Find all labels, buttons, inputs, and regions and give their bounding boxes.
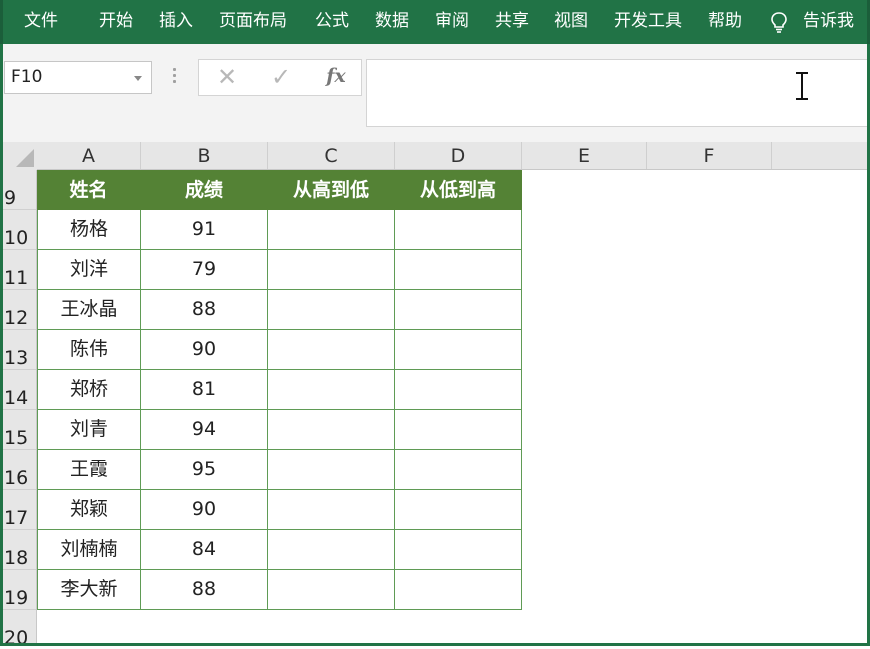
- menu-home[interactable]: 开始: [99, 0, 133, 44]
- row-header[interactable]: 12: [3, 290, 36, 330]
- formula-bar-buttons: ✕ ✓ fx: [198, 59, 362, 96]
- menu-formulas[interactable]: 公式: [315, 0, 349, 44]
- menu-file[interactable]: 文件: [24, 0, 58, 44]
- name-cell[interactable]: 郑颖: [37, 490, 141, 530]
- high-to-low-cell[interactable]: [268, 570, 395, 610]
- score-cell[interactable]: 88: [141, 290, 268, 330]
- column-header-c[interactable]: C: [268, 142, 395, 169]
- insert-function-icon[interactable]: fx: [321, 60, 351, 95]
- name-box[interactable]: F10: [4, 61, 152, 94]
- select-all-triangle-icon: [16, 149, 34, 167]
- score-cell[interactable]: 84: [141, 530, 268, 570]
- column-header-g[interactable]: G: [772, 142, 870, 169]
- high-to-low-cell[interactable]: [268, 490, 395, 530]
- low-to-high-cell[interactable]: [395, 490, 522, 530]
- name-cell[interactable]: 郑桥: [37, 370, 141, 410]
- low-to-high-cell[interactable]: [395, 370, 522, 410]
- text-cursor-icon: [795, 72, 809, 100]
- column-header-f[interactable]: F: [647, 142, 772, 169]
- row-headers: 9 10 11 12 13 14 15 16 17 18 19 20: [3, 170, 37, 648]
- low-to-high-cell[interactable]: [395, 410, 522, 450]
- header-cell-score[interactable]: 成绩: [141, 170, 268, 210]
- menu-help[interactable]: 帮助: [708, 0, 742, 44]
- score-cell[interactable]: 94: [141, 410, 268, 450]
- menu-review[interactable]: 审阅: [435, 0, 469, 44]
- low-to-high-cell[interactable]: [395, 530, 522, 570]
- name-cell[interactable]: 陈伟: [37, 330, 141, 370]
- menu-data[interactable]: 数据: [375, 0, 409, 44]
- column-headers: A B C D E F G: [37, 142, 870, 170]
- column-header-a[interactable]: A: [37, 142, 141, 169]
- column-header-d[interactable]: D: [395, 142, 522, 169]
- menu-developer[interactable]: 开发工具: [614, 0, 682, 44]
- lightbulb-icon[interactable]: [769, 11, 789, 33]
- score-cell[interactable]: 90: [141, 490, 268, 530]
- chevron-down-icon[interactable]: [134, 76, 142, 81]
- score-cell[interactable]: 95: [141, 450, 268, 490]
- row-header[interactable]: 9: [3, 170, 36, 210]
- header-cell-high-to-low[interactable]: 从高到低: [268, 170, 395, 210]
- high-to-low-cell[interactable]: [268, 450, 395, 490]
- score-cell[interactable]: 88: [141, 570, 268, 610]
- menu-insert[interactable]: 插入: [159, 0, 193, 44]
- row-header[interactable]: 18: [3, 530, 36, 570]
- name-cell[interactable]: 王冰晶: [37, 290, 141, 330]
- score-cell[interactable]: 90: [141, 330, 268, 370]
- high-to-low-cell[interactable]: [268, 370, 395, 410]
- row-header[interactable]: 15: [3, 410, 36, 450]
- menu-view[interactable]: 视图: [554, 0, 588, 44]
- row-header[interactable]: 17: [3, 490, 36, 530]
- select-all-button[interactable]: [3, 142, 37, 170]
- high-to-low-cell[interactable]: [268, 250, 395, 290]
- header-cell-name[interactable]: 姓名: [37, 170, 141, 210]
- row-header[interactable]: 16: [3, 450, 36, 490]
- low-to-high-cell[interactable]: [395, 210, 522, 250]
- row-header[interactable]: 11: [3, 250, 36, 290]
- high-to-low-cell[interactable]: [268, 410, 395, 450]
- high-to-low-cell[interactable]: [268, 530, 395, 570]
- formula-input[interactable]: [366, 59, 870, 127]
- name-cell[interactable]: 李大新: [37, 570, 141, 610]
- check-icon[interactable]: ✓: [261, 60, 301, 95]
- name-cell[interactable]: 刘洋: [37, 250, 141, 290]
- row-header[interactable]: 10: [3, 210, 36, 250]
- drag-handle-icon[interactable]: [171, 68, 177, 86]
- row-header[interactable]: 19: [3, 570, 36, 610]
- cancel-icon[interactable]: ✕: [207, 60, 247, 95]
- name-box-value: F10: [11, 67, 43, 87]
- name-cell[interactable]: 刘青: [37, 410, 141, 450]
- low-to-high-cell[interactable]: [395, 570, 522, 610]
- row-header[interactable]: 20: [3, 610, 36, 648]
- name-cell[interactable]: 杨格: [37, 210, 141, 250]
- menu-page-layout[interactable]: 页面布局: [219, 0, 287, 44]
- high-to-low-cell[interactable]: [268, 210, 395, 250]
- header-cell-low-to-high[interactable]: 从低到高: [395, 170, 522, 210]
- low-to-high-cell[interactable]: [395, 450, 522, 490]
- low-to-high-cell[interactable]: [395, 330, 522, 370]
- low-to-high-cell[interactable]: [395, 250, 522, 290]
- row-header[interactable]: 14: [3, 370, 36, 410]
- low-to-high-cell[interactable]: [395, 290, 522, 330]
- score-cell[interactable]: 79: [141, 250, 268, 290]
- name-cell[interactable]: 刘楠楠: [37, 530, 141, 570]
- high-to-low-cell[interactable]: [268, 290, 395, 330]
- column-header-b[interactable]: B: [141, 142, 268, 169]
- menu-share[interactable]: 共享: [495, 0, 529, 44]
- score-cell[interactable]: 81: [141, 370, 268, 410]
- row-header[interactable]: 13: [3, 330, 36, 370]
- score-cell[interactable]: 91: [141, 210, 268, 250]
- high-to-low-cell[interactable]: [268, 330, 395, 370]
- ribbon-menu-bar: 文件 开始 插入 页面布局 公式 数据 审阅 共享 视图 开发工具 帮助 告诉我: [0, 0, 870, 44]
- name-cell[interactable]: 王霞: [37, 450, 141, 490]
- tell-me-search[interactable]: 告诉我: [803, 0, 854, 44]
- column-header-e[interactable]: E: [522, 142, 647, 169]
